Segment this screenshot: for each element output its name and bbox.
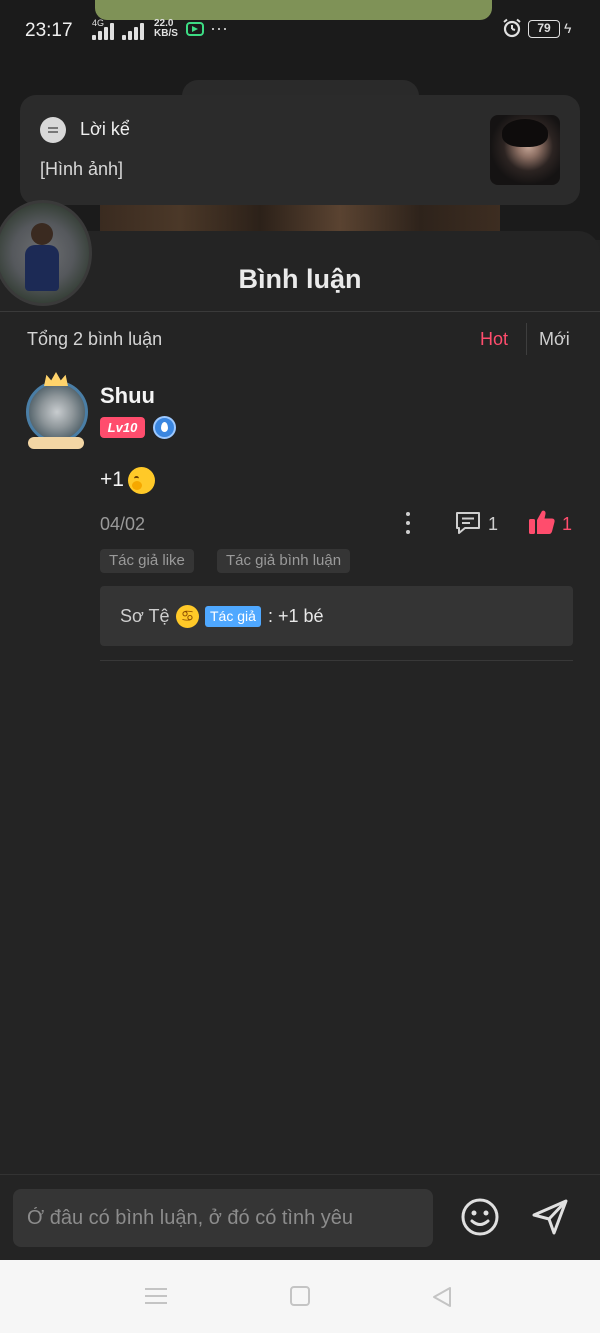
- reply-count: 1: [488, 514, 499, 534]
- zodiac-cancer-icon: ♋: [176, 605, 199, 628]
- signal-icon: [92, 20, 122, 40]
- alarm-icon: [503, 18, 521, 38]
- like-icon[interactable]: [528, 509, 556, 535]
- sheet-title: Bình luận: [238, 264, 362, 294]
- signal-icon-2: [122, 20, 152, 40]
- smile-icon[interactable]: [460, 1197, 500, 1237]
- vip-drop-icon: [153, 416, 176, 439]
- sort-hot-tab[interactable]: Hot: [480, 329, 508, 350]
- comment-input-bar: [0, 1174, 600, 1260]
- hand-over-mouth-emoji-icon: [128, 467, 155, 494]
- send-icon[interactable]: [530, 1197, 570, 1237]
- nav-home-icon[interactable]: [290, 1286, 310, 1306]
- sort-separator: [526, 323, 527, 355]
- divider: [0, 311, 600, 312]
- sort-new-tab[interactable]: Mới: [539, 329, 570, 350]
- tag-author-like: Tác giả like: [100, 549, 194, 573]
- more-icon[interactable]: [403, 510, 413, 536]
- notification-thumbnail: [490, 115, 560, 185]
- comment-text: +1: [100, 468, 124, 491]
- level-badge: Lv10: [100, 417, 145, 438]
- comment-sheet: Bình luận Tổng 2 bình luận Hot Mới Shuu …: [0, 231, 600, 1261]
- avatar-frame-banner: [28, 437, 84, 449]
- commenter-name[interactable]: Shuu: [100, 383, 155, 409]
- comment-date: 04/02: [100, 514, 146, 534]
- reply-icon[interactable]: [455, 511, 481, 535]
- commenter-avatar[interactable]: [26, 381, 88, 443]
- nav-back-icon[interactable]: [430, 1285, 454, 1309]
- system-navigation-bar: [0, 1260, 600, 1333]
- battery-icon: 79: [528, 20, 560, 38]
- reply-text: : +1 bé: [268, 606, 324, 626]
- reply-preview[interactable]: Sơ Tệ ♋ Tác giả : +1 bé: [100, 586, 573, 646]
- comment-total: Tổng 2 bình luận: [27, 329, 163, 349]
- crown-icon: [44, 372, 68, 386]
- notification-card[interactable]: Lời kể [Hình ảnh]: [20, 95, 580, 205]
- reply-username: Sơ Tệ: [120, 606, 170, 626]
- comment-input[interactable]: [13, 1189, 433, 1247]
- notification-title: Lời kể: [80, 119, 130, 139]
- comment-divider: [100, 660, 573, 661]
- status-bar: 23:17 4G 22.0 KB/S ··· 79 ϟ: [0, 0, 600, 60]
- message-icon: [40, 117, 66, 143]
- app-notification-icon: [186, 22, 204, 36]
- network-speed: 22.0 KB/S: [154, 18, 178, 39]
- charging-icon: ϟ: [564, 20, 572, 36]
- more-notifications-icon: ···: [210, 18, 228, 38]
- tag-author-comment: Tác giả bình luận: [217, 549, 351, 573]
- nav-menu-icon[interactable]: [145, 1286, 167, 1306]
- like-count: 1: [562, 514, 573, 534]
- status-time: 23:17: [25, 20, 73, 41]
- author-badge: Tác giả: [205, 606, 261, 627]
- notification-text: [Hình ảnh]: [40, 159, 124, 179]
